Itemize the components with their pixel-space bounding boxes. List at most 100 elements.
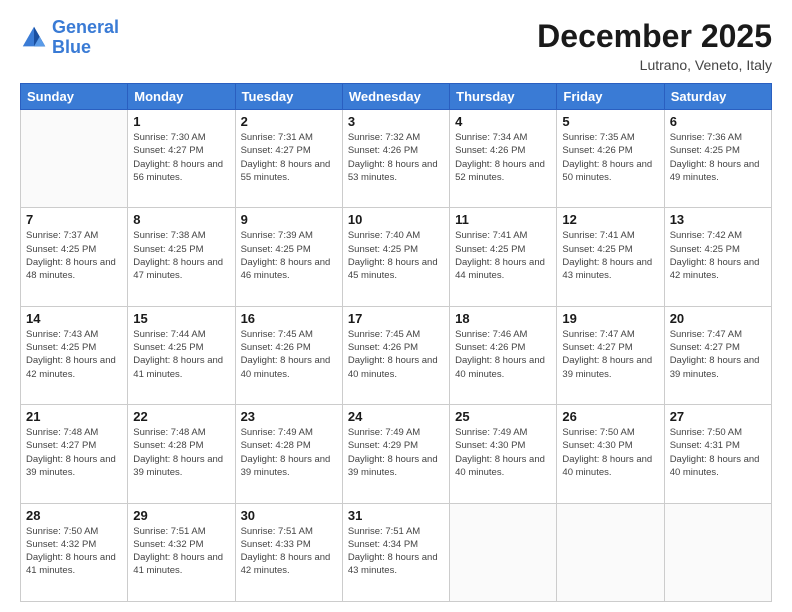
day-info: Sunrise: 7:50 AM Sunset: 4:30 PM Dayligh…: [562, 426, 658, 479]
weekday-header-row: SundayMondayTuesdayWednesdayThursdayFrid…: [21, 84, 772, 110]
day-number: 8: [133, 212, 229, 227]
day-info: Sunrise: 7:37 AM Sunset: 4:25 PM Dayligh…: [26, 229, 122, 282]
day-number: 19: [562, 311, 658, 326]
day-info: Sunrise: 7:45 AM Sunset: 4:26 PM Dayligh…: [348, 328, 444, 381]
calendar-cell: 14 Sunrise: 7:43 AM Sunset: 4:25 PM Dayli…: [21, 306, 128, 404]
weekday-header-wednesday: Wednesday: [342, 84, 449, 110]
calendar-cell: 7 Sunrise: 7:37 AM Sunset: 4:25 PM Daylig…: [21, 208, 128, 306]
day-info: Sunrise: 7:45 AM Sunset: 4:26 PM Dayligh…: [241, 328, 337, 381]
day-info: Sunrise: 7:34 AM Sunset: 4:26 PM Dayligh…: [455, 131, 551, 184]
day-number: 29: [133, 508, 229, 523]
calendar-cell: [557, 503, 664, 601]
calendar-week-row: 14 Sunrise: 7:43 AM Sunset: 4:25 PM Dayli…: [21, 306, 772, 404]
day-info: Sunrise: 7:31 AM Sunset: 4:27 PM Dayligh…: [241, 131, 337, 184]
calendar-cell: 11 Sunrise: 7:41 AM Sunset: 4:25 PM Dayli…: [450, 208, 557, 306]
day-number: 26: [562, 409, 658, 424]
day-info: Sunrise: 7:43 AM Sunset: 4:25 PM Dayligh…: [26, 328, 122, 381]
day-info: Sunrise: 7:36 AM Sunset: 4:25 PM Dayligh…: [670, 131, 766, 184]
logo-blue: Blue: [52, 37, 91, 57]
day-number: 22: [133, 409, 229, 424]
day-info: Sunrise: 7:49 AM Sunset: 4:30 PM Dayligh…: [455, 426, 551, 479]
calendar-week-row: 21Sunrise: 7:48 AM Sunset: 4:27 PM Dayli…: [21, 405, 772, 503]
day-number: 21: [26, 409, 122, 424]
calendar-cell: 1 Sunrise: 7:30 AM Sunset: 4:27 PM Daylig…: [128, 110, 235, 208]
calendar-cell: 5 Sunrise: 7:35 AM Sunset: 4:26 PM Daylig…: [557, 110, 664, 208]
calendar-cell: 20Sunrise: 7:47 AM Sunset: 4:27 PM Dayli…: [664, 306, 771, 404]
day-info: Sunrise: 7:49 AM Sunset: 4:28 PM Dayligh…: [241, 426, 337, 479]
day-info: Sunrise: 7:51 AM Sunset: 4:34 PM Dayligh…: [348, 525, 444, 578]
day-number: 28: [26, 508, 122, 523]
day-number: 20: [670, 311, 766, 326]
calendar-cell: 13 Sunrise: 7:42 AM Sunset: 4:25 PM Dayli…: [664, 208, 771, 306]
day-number: 15: [133, 311, 229, 326]
month-title: December 2025: [537, 18, 772, 55]
day-number: 5: [562, 114, 658, 129]
day-info: Sunrise: 7:38 AM Sunset: 4:25 PM Dayligh…: [133, 229, 229, 282]
day-info: Sunrise: 7:50 AM Sunset: 4:32 PM Dayligh…: [26, 525, 122, 578]
day-number: 1: [133, 114, 229, 129]
calendar-cell: 23 Sunrise: 7:49 AM Sunset: 4:28 PM Dayli…: [235, 405, 342, 503]
calendar-cell: 19Sunrise: 7:47 AM Sunset: 4:27 PM Dayli…: [557, 306, 664, 404]
day-info: Sunrise: 7:46 AM Sunset: 4:26 PM Dayligh…: [455, 328, 551, 381]
calendar-cell: 18 Sunrise: 7:46 AM Sunset: 4:26 PM Dayli…: [450, 306, 557, 404]
calendar-week-row: 1 Sunrise: 7:30 AM Sunset: 4:27 PM Daylig…: [21, 110, 772, 208]
day-info: Sunrise: 7:41 AM Sunset: 4:25 PM Dayligh…: [455, 229, 551, 282]
calendar-cell: 4 Sunrise: 7:34 AM Sunset: 4:26 PM Daylig…: [450, 110, 557, 208]
calendar-cell: 9 Sunrise: 7:39 AM Sunset: 4:25 PM Daylig…: [235, 208, 342, 306]
calendar-cell: 21Sunrise: 7:48 AM Sunset: 4:27 PM Dayli…: [21, 405, 128, 503]
day-info: Sunrise: 7:30 AM Sunset: 4:27 PM Dayligh…: [133, 131, 229, 184]
day-info: Sunrise: 7:49 AM Sunset: 4:29 PM Dayligh…: [348, 426, 444, 479]
day-info: Sunrise: 7:32 AM Sunset: 4:26 PM Dayligh…: [348, 131, 444, 184]
calendar-cell: [664, 503, 771, 601]
day-info: Sunrise: 7:42 AM Sunset: 4:25 PM Dayligh…: [670, 229, 766, 282]
header: General Blue December 2025 Lutrano, Vene…: [20, 18, 772, 73]
logo-general: General: [52, 17, 119, 37]
weekday-header-monday: Monday: [128, 84, 235, 110]
day-number: 23: [241, 409, 337, 424]
page: General Blue December 2025 Lutrano, Vene…: [0, 0, 792, 612]
weekday-header-sunday: Sunday: [21, 84, 128, 110]
calendar-week-row: 28 Sunrise: 7:50 AM Sunset: 4:32 PM Dayli…: [21, 503, 772, 601]
calendar-cell: 3 Sunrise: 7:32 AM Sunset: 4:26 PM Daylig…: [342, 110, 449, 208]
day-number: 7: [26, 212, 122, 227]
day-number: 11: [455, 212, 551, 227]
day-info: Sunrise: 7:39 AM Sunset: 4:25 PM Dayligh…: [241, 229, 337, 282]
day-number: 27: [670, 409, 766, 424]
title-block: December 2025 Lutrano, Veneto, Italy: [537, 18, 772, 73]
day-number: 31: [348, 508, 444, 523]
day-number: 12: [562, 212, 658, 227]
day-number: 30: [241, 508, 337, 523]
calendar-cell: 6 Sunrise: 7:36 AM Sunset: 4:25 PM Daylig…: [664, 110, 771, 208]
day-number: 18: [455, 311, 551, 326]
day-number: 14: [26, 311, 122, 326]
calendar-cell: 24 Sunrise: 7:49 AM Sunset: 4:29 PM Dayli…: [342, 405, 449, 503]
day-info: Sunrise: 7:35 AM Sunset: 4:26 PM Dayligh…: [562, 131, 658, 184]
day-info: Sunrise: 7:48 AM Sunset: 4:28 PM Dayligh…: [133, 426, 229, 479]
calendar-cell: 27Sunrise: 7:50 AM Sunset: 4:31 PM Dayli…: [664, 405, 771, 503]
day-number: 16: [241, 311, 337, 326]
location-subtitle: Lutrano, Veneto, Italy: [537, 57, 772, 73]
day-number: 9: [241, 212, 337, 227]
calendar-cell: 8 Sunrise: 7:38 AM Sunset: 4:25 PM Daylig…: [128, 208, 235, 306]
calendar-cell: 16 Sunrise: 7:45 AM Sunset: 4:26 PM Dayli…: [235, 306, 342, 404]
day-number: 2: [241, 114, 337, 129]
day-number: 4: [455, 114, 551, 129]
calendar-cell: 30 Sunrise: 7:51 AM Sunset: 4:33 PM Dayli…: [235, 503, 342, 601]
calendar-cell: [450, 503, 557, 601]
day-number: 3: [348, 114, 444, 129]
calendar-cell: 22 Sunrise: 7:48 AM Sunset: 4:28 PM Dayli…: [128, 405, 235, 503]
day-info: Sunrise: 7:51 AM Sunset: 4:33 PM Dayligh…: [241, 525, 337, 578]
day-number: 13: [670, 212, 766, 227]
calendar-table: SundayMondayTuesdayWednesdayThursdayFrid…: [20, 83, 772, 602]
calendar-cell: 25 Sunrise: 7:49 AM Sunset: 4:30 PM Dayli…: [450, 405, 557, 503]
day-number: 25: [455, 409, 551, 424]
day-number: 6: [670, 114, 766, 129]
day-number: 24: [348, 409, 444, 424]
weekday-header-friday: Friday: [557, 84, 664, 110]
calendar-cell: 2 Sunrise: 7:31 AM Sunset: 4:27 PM Daylig…: [235, 110, 342, 208]
day-info: Sunrise: 7:51 AM Sunset: 4:32 PM Dayligh…: [133, 525, 229, 578]
calendar-cell: 15 Sunrise: 7:44 AM Sunset: 4:25 PM Dayli…: [128, 306, 235, 404]
calendar-week-row: 7 Sunrise: 7:37 AM Sunset: 4:25 PM Daylig…: [21, 208, 772, 306]
day-info: Sunrise: 7:44 AM Sunset: 4:25 PM Dayligh…: [133, 328, 229, 381]
day-number: 17: [348, 311, 444, 326]
